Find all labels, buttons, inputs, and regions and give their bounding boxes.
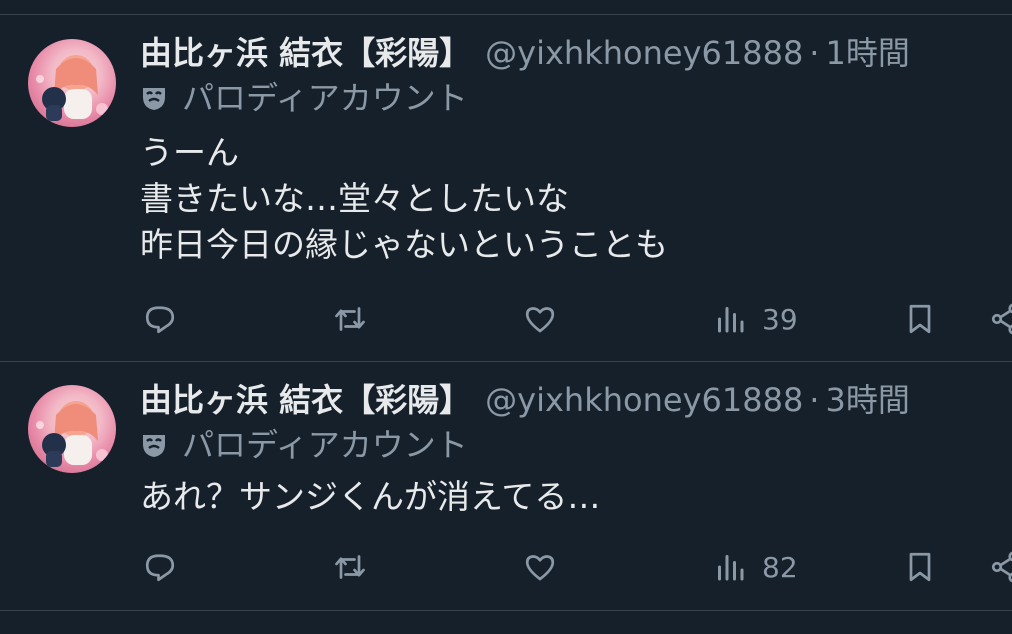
bookmark-icon: [909, 304, 931, 334]
separator-dot: ·: [809, 381, 820, 419]
views-button[interactable]: 82: [712, 542, 798, 592]
tweet-actions: 39: [0, 294, 1012, 344]
retweet-icon: [335, 555, 365, 579]
heart-icon: [525, 555, 555, 581]
tweet-1[interactable]: 由比ヶ浜 結衣【彩陽】 @yixhkhoney61888 · 1時間 パロディアカウン…: [0, 15, 1012, 361]
display-name[interactable]: 由比ヶ浜 結衣【彩陽】: [140, 381, 471, 419]
parody-text: パロディアカウント: [182, 426, 468, 464]
mask-icon: [140, 428, 168, 457]
avatar[interactable]: [28, 39, 116, 127]
bookmark-button[interactable]: [902, 294, 938, 344]
retweet-button[interactable]: [332, 542, 368, 592]
tweet-header: 由比ヶ浜 結衣【彩陽】 @yixhkhoney61888 · 3時間: [140, 380, 910, 420]
parody-text: パロディアカウント: [182, 79, 468, 117]
parody-label: パロディアカウント: [140, 78, 468, 118]
views-count: 82: [762, 550, 798, 584]
views-icon: [718, 555, 744, 581]
avatar[interactable]: [28, 385, 116, 473]
bookmark-button[interactable]: [902, 542, 938, 592]
views-icon: [718, 307, 744, 333]
bookmark-icon: [909, 552, 931, 582]
tweet-actions: 82: [0, 542, 1012, 592]
user-handle[interactable]: @yixhkhoney61888: [485, 34, 803, 72]
reply-button[interactable]: [142, 294, 178, 344]
tweet-text-line: 昨日今日の縁じゃないということも: [140, 225, 668, 264]
like-button[interactable]: [522, 542, 558, 592]
tweet-divider: [0, 610, 1012, 611]
tweet-text-line: あれ？サンジくんが消えてる…: [140, 477, 601, 516]
share-icon: [991, 303, 1012, 335]
user-handle[interactable]: @yixhkhoney61888: [485, 381, 803, 419]
parody-label: パロディアカウント: [140, 425, 468, 465]
timestamp[interactable]: 3時間: [825, 381, 909, 419]
retweet-icon: [335, 307, 365, 331]
share-button[interactable]: [988, 542, 1012, 592]
share-icon: [991, 551, 1012, 583]
views-button[interactable]: 39: [712, 294, 798, 344]
reply-button[interactable]: [142, 542, 178, 592]
display-name[interactable]: 由比ヶ浜 結衣【彩陽】: [140, 34, 471, 72]
tweet-header: 由比ヶ浜 結衣【彩陽】 @yixhkhoney61888 · 1時間: [140, 33, 910, 73]
retweet-button[interactable]: [332, 294, 368, 344]
separator-dot: ·: [809, 34, 820, 72]
timestamp[interactable]: 1時間: [825, 34, 909, 72]
tweet-text-line: 書きたいな…堂々としたいな: [140, 179, 569, 218]
reply-icon: [145, 306, 175, 334]
tweet-2[interactable]: 由比ヶ浜 結衣【彩陽】 @yixhkhoney61888 · 3時間 パロディアカウン…: [0, 362, 1012, 610]
heart-icon: [525, 307, 555, 333]
tweet-text: あれ？サンジくんが消えてる…: [140, 474, 600, 520]
views-count: 39: [762, 302, 798, 336]
like-button[interactable]: [522, 294, 558, 344]
share-button[interactable]: [988, 294, 1012, 344]
mask-icon: [140, 81, 168, 110]
reply-icon: [145, 554, 175, 582]
tweet-text-line: うーん: [140, 133, 239, 172]
tweet-text: うーん 書きたいな…堂々としたいな 昨日今日の縁じゃないということも: [140, 130, 668, 268]
